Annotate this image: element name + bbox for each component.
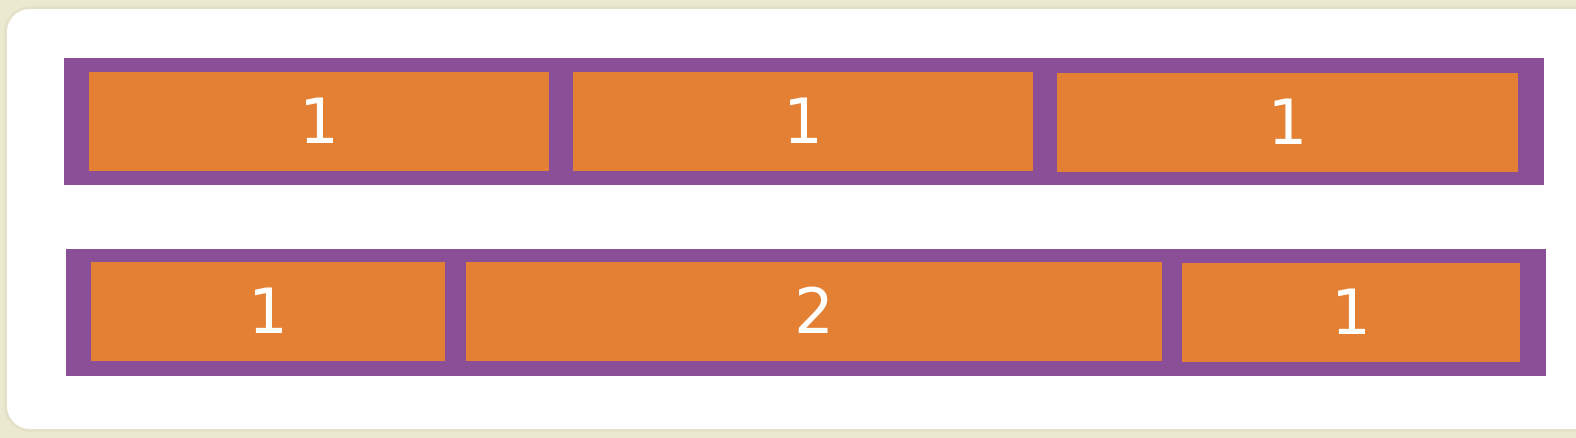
flex-item: 1 bbox=[91, 262, 445, 361]
flex-item-label: 1 bbox=[1267, 85, 1308, 159]
flex-container-row-2: 1 2 1 bbox=[66, 249, 1546, 376]
flex-item: 1 bbox=[1182, 263, 1520, 362]
flex-item-label: 1 bbox=[299, 84, 339, 158]
flex-item-label: 1 bbox=[1331, 275, 1371, 349]
flex-container-row-1: 1 1 1 bbox=[64, 58, 1544, 185]
flex-item: 1 bbox=[573, 72, 1033, 171]
flex-item-label: 1 bbox=[248, 274, 288, 348]
flex-item: 1 bbox=[89, 72, 549, 171]
flex-item: 2 bbox=[466, 262, 1162, 361]
flex-item-label: 2 bbox=[794, 274, 834, 348]
flex-item-label: 1 bbox=[783, 84, 823, 158]
flex-item: 1 bbox=[1057, 73, 1518, 172]
